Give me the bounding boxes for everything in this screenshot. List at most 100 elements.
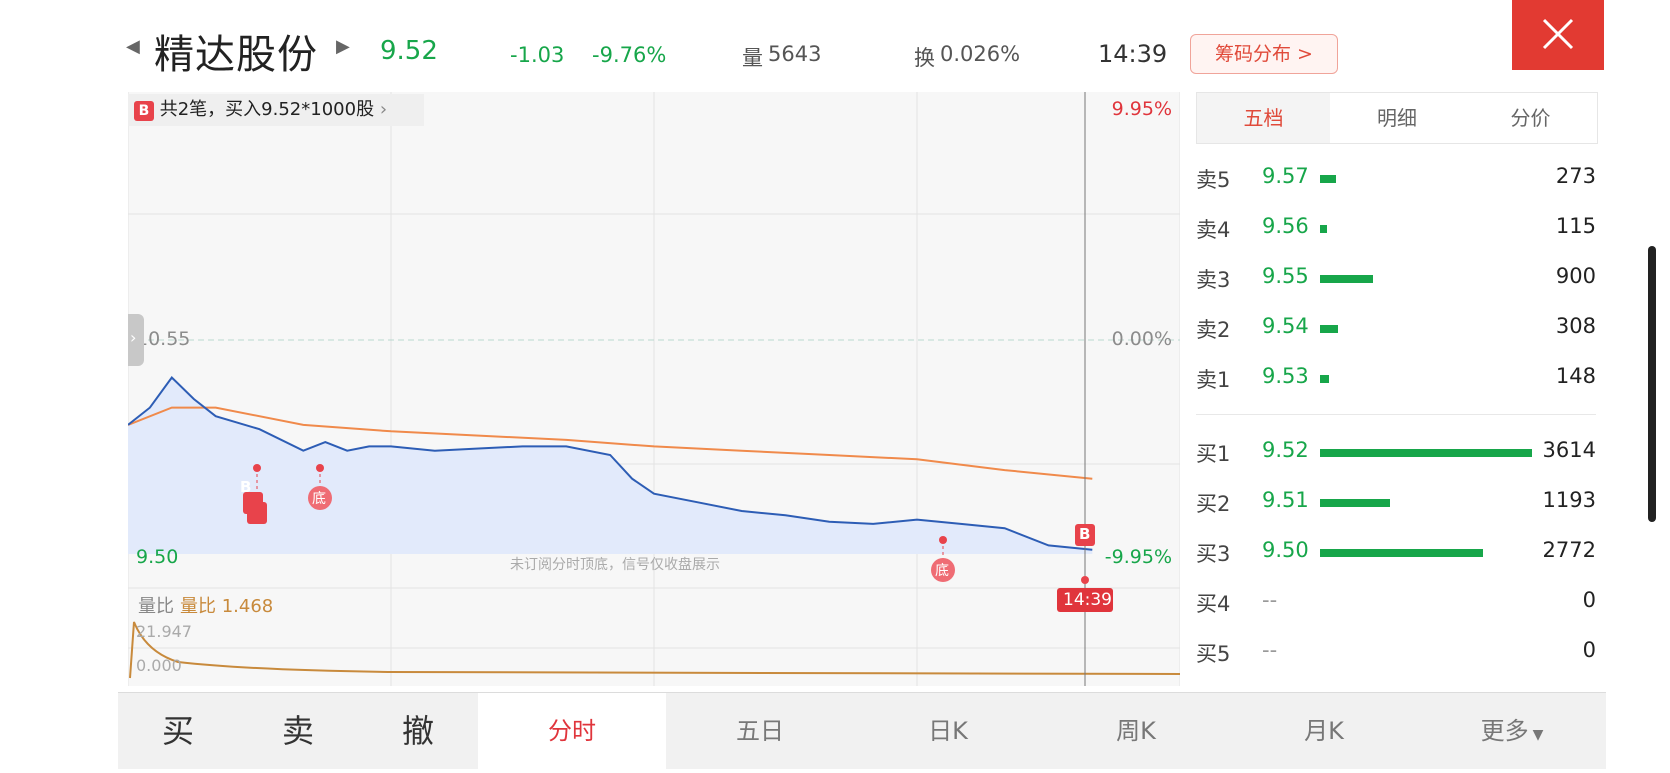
level-label: 卖4 bbox=[1196, 218, 1231, 242]
level-label: 买5 bbox=[1196, 642, 1231, 666]
tab-more[interactable]: 更多 ▼ bbox=[1418, 693, 1606, 769]
bottom-marker-2-label: 底 bbox=[935, 563, 949, 579]
next-stock-icon[interactable]: ▶ bbox=[336, 36, 350, 57]
trade-record-text: 共2笔，买入9.52*1000股 bbox=[159, 99, 375, 120]
level-volume: 3614 bbox=[1542, 438, 1596, 462]
chart-canvas bbox=[128, 92, 1180, 686]
level-price: 9.50 bbox=[1262, 538, 1309, 562]
level-price: -- bbox=[1262, 638, 1278, 662]
level-price: 9.52 bbox=[1262, 438, 1309, 462]
axis-low-pct: -9.95% bbox=[1104, 546, 1172, 568]
volume-ratio-label: 量比 bbox=[138, 596, 174, 617]
cancel-order-button[interactable]: 撤 bbox=[358, 693, 479, 769]
order-book-row[interactable]: 卖3 9.55 900 bbox=[1196, 264, 1596, 294]
tab-five-day[interactable]: 五日 bbox=[666, 693, 854, 769]
bottom-bar: 买 卖 撤 分时 五日 日K 周K 月K 更多 ▼ bbox=[118, 692, 1606, 769]
level-price: -- bbox=[1262, 588, 1278, 612]
level-volume: 148 bbox=[1555, 364, 1596, 388]
volume-ratio-bottom: 0.000 bbox=[136, 656, 182, 675]
order-book-row[interactable]: 买3 9.50 2772 bbox=[1196, 538, 1596, 568]
order-book-row[interactable]: 买1 9.52 3614 bbox=[1196, 438, 1596, 468]
level-volume: 115 bbox=[1555, 214, 1596, 238]
axis-zero-pct: 0.00% bbox=[1111, 328, 1172, 350]
sell-button[interactable]: 卖 bbox=[238, 693, 359, 769]
tab-details[interactable]: 明细 bbox=[1330, 93, 1464, 143]
level-volume: 1193 bbox=[1542, 488, 1596, 512]
level-volume: 273 bbox=[1555, 164, 1596, 188]
axis-top-pct: 9.95% bbox=[1111, 98, 1172, 120]
order-book-row[interactable]: 卖4 9.56 115 bbox=[1196, 214, 1596, 244]
volume-ratio-value: 量比 1.468 bbox=[180, 596, 274, 617]
level-price: 9.56 bbox=[1262, 214, 1309, 238]
level-label: 卖2 bbox=[1196, 318, 1231, 342]
order-book-row[interactable]: 卖2 9.54 308 bbox=[1196, 314, 1596, 344]
price-change: -1.03 bbox=[510, 43, 565, 67]
level-label: 买1 bbox=[1196, 442, 1231, 466]
close-icon bbox=[1542, 18, 1574, 50]
tab-five-levels[interactable]: 五档 bbox=[1197, 93, 1330, 143]
tab-monthly-k[interactable]: 月K bbox=[1230, 693, 1418, 769]
collapse-handle[interactable]: › bbox=[128, 314, 144, 366]
current-price: 9.52 bbox=[380, 36, 438, 66]
level-price: 9.51 bbox=[1262, 488, 1309, 512]
buy-tag: B bbox=[134, 101, 154, 121]
order-book-row[interactable]: 买5 -- 0 bbox=[1196, 638, 1596, 668]
tab-price-volume[interactable]: 分价 bbox=[1464, 93, 1597, 143]
level-label: 买2 bbox=[1196, 492, 1231, 516]
stock-name: 精达股份 bbox=[154, 32, 318, 78]
quote-time: 14:39 bbox=[1098, 40, 1168, 68]
buy-button[interactable]: 买 bbox=[118, 693, 239, 769]
chevron-right-icon: › bbox=[130, 328, 137, 347]
order-book-divider bbox=[1196, 414, 1596, 415]
level-volume-bar bbox=[1320, 225, 1327, 233]
level-price: 9.53 bbox=[1262, 364, 1309, 388]
level-label: 买3 bbox=[1196, 542, 1231, 566]
level-price: 9.57 bbox=[1262, 164, 1309, 188]
tab-daily-k[interactable]: 日K bbox=[854, 693, 1042, 769]
tab-more-label: 更多 bbox=[1480, 717, 1529, 745]
close-button[interactable] bbox=[1512, 0, 1604, 70]
level-volume: 0 bbox=[1582, 588, 1596, 612]
tab-weekly-k[interactable]: 周K bbox=[1042, 693, 1230, 769]
caret-down-icon: ▼ bbox=[1532, 727, 1544, 743]
tab-intraday[interactable]: 分时 bbox=[478, 693, 666, 769]
buy-marker-2-label: B bbox=[1079, 525, 1091, 543]
volume-ratio-top: 21.947 bbox=[136, 622, 192, 641]
chip-distribution-button[interactable]: 筹码分布 > bbox=[1190, 34, 1338, 74]
crosshair-point bbox=[1081, 576, 1089, 584]
signal-note: 未订阅分时顶底，信号仅收盘展示 bbox=[510, 557, 720, 573]
order-book-row[interactable]: 卖1 9.53 148 bbox=[1196, 364, 1596, 394]
buy-marker-1-label: B bbox=[240, 478, 252, 496]
trade-record-banner[interactable]: B 共2笔，买入9.52*1000股 › bbox=[128, 94, 424, 126]
level-volume-bar bbox=[1320, 175, 1336, 183]
volume-label: 量 bbox=[742, 46, 763, 70]
order-book-row[interactable]: 卖5 9.57 273 bbox=[1196, 164, 1596, 194]
level-volume-bar bbox=[1320, 325, 1338, 333]
volume-value: 5643 bbox=[768, 42, 822, 66]
axis-low-price: 9.50 bbox=[136, 546, 179, 568]
level-volume: 0 bbox=[1582, 638, 1596, 662]
level-volume: 2772 bbox=[1542, 538, 1596, 562]
turnover-value: 0.026% bbox=[940, 42, 1021, 66]
turnover-label: 换 bbox=[914, 46, 935, 70]
level-volume-bar bbox=[1320, 549, 1483, 557]
level-price: 9.54 bbox=[1262, 314, 1309, 338]
prev-stock-icon[interactable]: ◀ bbox=[126, 36, 140, 57]
intraday-chart[interactable]: B 共2笔，买入9.52*1000股 › 9.95% 10.55 0.00% 9… bbox=[128, 92, 1180, 686]
chevron-right-icon: › bbox=[379, 99, 388, 120]
level-volume: 308 bbox=[1555, 314, 1596, 338]
axis-prev-close-price: 10.55 bbox=[136, 328, 191, 350]
level-label: 卖5 bbox=[1196, 168, 1231, 192]
order-book-tabs: 五档 明细 分价 bbox=[1196, 92, 1598, 144]
level-label: 买4 bbox=[1196, 592, 1231, 616]
price-change-pct: -9.76% bbox=[592, 43, 667, 67]
level-volume-bar bbox=[1320, 499, 1390, 507]
level-volume: 900 bbox=[1555, 264, 1596, 288]
level-volume-bar bbox=[1320, 275, 1373, 283]
order-book-row[interactable]: 买4 -- 0 bbox=[1196, 588, 1596, 618]
crosshair-time: 14:39 bbox=[1063, 590, 1112, 610]
scrollbar-thumb[interactable] bbox=[1648, 246, 1656, 522]
level-price: 9.55 bbox=[1262, 264, 1309, 288]
order-book-row[interactable]: 买2 9.51 1193 bbox=[1196, 488, 1596, 518]
level-volume-bar bbox=[1320, 375, 1329, 383]
